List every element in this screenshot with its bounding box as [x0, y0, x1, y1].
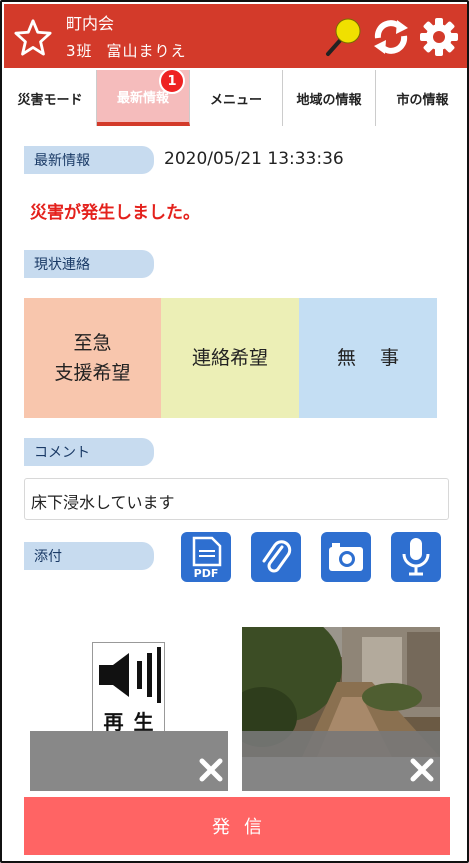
comment-label: コメント: [24, 438, 154, 466]
contact-request-button[interactable]: 連絡希望: [161, 298, 299, 418]
refresh-icon[interactable]: [370, 16, 412, 58]
microphone-icon[interactable]: [391, 532, 441, 582]
latest-info-label: 最新情報: [24, 146, 154, 174]
attachment-label: 添付: [24, 542, 154, 570]
urgent-support-text: 至急 支援希望: [54, 328, 130, 388]
urgent-line-1: 至急: [73, 332, 112, 354]
user-info: 3班 富山まりえ: [66, 40, 187, 61]
contact-request-text: 連絡希望: [191, 347, 268, 369]
send-button[interactable]: 発信: [24, 797, 450, 855]
tab-menu[interactable]: メニュー: [190, 70, 283, 126]
pdf-icon-text: PDF: [194, 567, 219, 579]
org-name: 町内会: [66, 14, 115, 33]
tab-label: 市の情報: [396, 92, 449, 108]
tab-area-info[interactable]: 地域の情報: [283, 70, 376, 126]
tab-city-info[interactable]: 市の情報: [376, 70, 467, 126]
alert-message: 災害が発生しました。: [30, 203, 200, 223]
tab-bar: 災害モード 最新情報 1 メニュー 地域の情報 市の情報: [4, 68, 467, 126]
latest-timestamp: 2020/05/21 13:33:36: [164, 149, 344, 169]
tab-latest-info[interactable]: 最新情報 1: [97, 68, 190, 126]
remove-photo-icon[interactable]: [409, 757, 435, 783]
app-frame: 町内会 3班 富山まりえ 災害モード 最新情報 1 メニュー 地域の情報 市の情…: [0, 0, 469, 863]
user-name: 富山まりえ: [106, 42, 187, 60]
safe-text: 無事: [336, 347, 423, 369]
tab-label: 地域の情報: [296, 92, 362, 108]
tab-disaster-mode[interactable]: 災害モード: [4, 70, 97, 126]
safe-button[interactable]: 無事: [299, 298, 437, 418]
tab-label: メニュー: [209, 92, 262, 108]
pdf-icon[interactable]: PDF: [181, 532, 231, 582]
paperclip-icon[interactable]: [251, 532, 301, 582]
group-name: 3班: [66, 42, 93, 60]
urgent-support-button[interactable]: 至急 支援希望: [24, 298, 161, 418]
tab-label: 災害モード: [17, 92, 83, 108]
camera-icon[interactable]: [321, 532, 371, 582]
map-pin-icon[interactable]: [322, 16, 364, 58]
app-header: 町内会 3班 富山まりえ: [4, 4, 467, 68]
gear-icon[interactable]: [418, 16, 460, 58]
star-icon[interactable]: [14, 18, 52, 56]
comment-field[interactable]: 床下浸水しています: [24, 478, 449, 520]
notification-badge: 1: [159, 68, 185, 94]
remove-audio-icon[interactable]: [198, 757, 224, 783]
status-label: 現状連絡: [24, 250, 154, 278]
urgent-line-2: 支援希望: [54, 362, 131, 384]
